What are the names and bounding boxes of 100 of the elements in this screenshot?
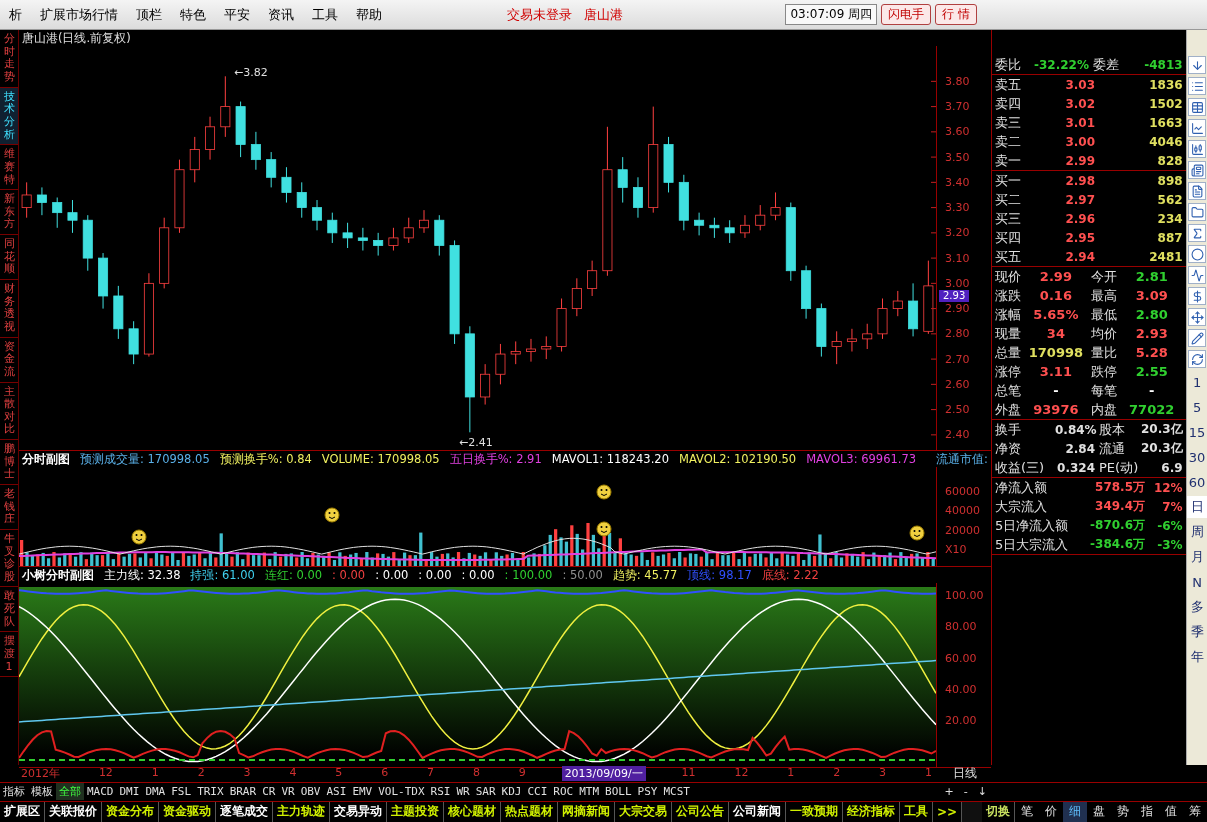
panel-tab[interactable]: 核心题材 <box>444 801 501 822</box>
list-icon[interactable] <box>1188 77 1207 96</box>
menu-item[interactable]: 资讯 <box>259 5 303 24</box>
view-tab[interactable]: 盘 <box>1087 801 1111 822</box>
view-tab[interactable]: 价 <box>1039 801 1063 822</box>
order-volume: 234 <box>1156 211 1183 226</box>
quote-label: 股本 <box>1098 420 1126 439</box>
panel-tab[interactable]: 热点题材 <box>501 801 558 822</box>
order-label: 卖三 <box>995 113 1022 132</box>
menu-item[interactable]: 扩展市场行情 <box>31 5 127 24</box>
quote-value: 2.99 <box>1039 269 1072 285</box>
toolbar-button[interactable]: 闪电手 <box>881 4 932 26</box>
panel-tab[interactable]: 扩展区 <box>0 801 45 822</box>
period-button[interactable]: N <box>1186 571 1207 594</box>
menu-item[interactable]: 工具 <box>303 5 347 24</box>
newspaper-icon[interactable] <box>1188 161 1207 180</box>
side-tab[interactable]: 主散对比 <box>0 382 18 441</box>
low-price-label: ←2.41 <box>459 436 493 450</box>
view-tab[interactable]: 细 <box>1063 801 1087 822</box>
candlestick-icon[interactable] <box>1188 140 1207 159</box>
side-tab[interactable]: 摆渡1 <box>0 632 18 678</box>
menu-item[interactable]: 平安 <box>215 5 259 24</box>
quote-value: 0.16 <box>1039 288 1072 304</box>
line-chart-icon[interactable] <box>1188 119 1207 138</box>
price-axis-label: 3.40 <box>945 175 970 189</box>
side-tab[interactable]: 同花顺 <box>0 235 18 280</box>
indicator-value: 小树分时副图 <box>22 567 94 583</box>
order-price: 2.97 <box>1064 192 1095 207</box>
period-button[interactable]: 年 <box>1186 646 1207 669</box>
table-icon[interactable] <box>1188 98 1207 117</box>
period-button[interactable]: 30 <box>1186 446 1207 469</box>
period-button[interactable]: 多 <box>1186 596 1207 619</box>
order-label: 买一 <box>995 171 1022 190</box>
panel-tab[interactable]: 网摘新闻 <box>558 801 615 822</box>
pulse-icon[interactable] <box>1188 266 1207 285</box>
panel-tab[interactable]: 经济指标 <box>843 801 900 822</box>
period-button[interactable]: 周 <box>1186 521 1207 544</box>
panel-tab[interactable]: 交易异动 <box>330 801 387 822</box>
date-axis-label: 12 <box>733 766 750 782</box>
panel-tab[interactable]: 工具 <box>900 801 933 822</box>
menu-item[interactable]: 特色 <box>171 5 215 24</box>
quote-value: 3.09 <box>1135 288 1168 304</box>
panel-tab[interactable]: 主力轨迹 <box>273 801 330 822</box>
period-button[interactable]: 60 <box>1186 471 1207 494</box>
side-tab[interactable]: 维赛特 <box>0 145 18 191</box>
panel-tab[interactable]: 资金分布 <box>102 801 159 822</box>
indicator-value: 流通市值: <box>936 451 988 467</box>
date-axis-label: 12 <box>97 766 114 782</box>
view-tab[interactable]: 值 <box>1159 801 1183 822</box>
dollar-icon[interactable] <box>1188 287 1207 306</box>
menu-item[interactable]: 顶栏 <box>127 5 171 24</box>
period-button[interactable]: 1 <box>1186 371 1207 394</box>
date-axis-label: 2013/09/09/一 <box>561 766 646 782</box>
period-button[interactable]: 15 <box>1186 421 1207 444</box>
side-tab[interactable]: 鹏博士 <box>0 440 18 485</box>
side-tab[interactable]: 新东方 <box>0 190 18 236</box>
side-tab[interactable]: 财务透视 <box>0 280 18 338</box>
arrow-down-icon[interactable] <box>1188 56 1207 75</box>
panel-tab[interactable]: 逐笔成交 <box>216 801 273 822</box>
circle-icon[interactable] <box>1188 245 1207 264</box>
panel-tab[interactable]: 资金驱动 <box>159 801 216 822</box>
panel-tab[interactable]: 主题投资 <box>387 801 444 822</box>
view-tab[interactable]: 筹 <box>1183 801 1207 822</box>
order-price: 2.99 <box>1064 153 1095 168</box>
flow-percent: 12% <box>1152 480 1183 495</box>
side-tab[interactable]: 敢死队 <box>0 587 18 633</box>
side-tab[interactable]: 老钱庄 <box>0 485 18 530</box>
panel-tab[interactable]: 大宗交易 <box>615 801 672 822</box>
panel-tab[interactable]: >> <box>933 801 963 822</box>
toolbar-button[interactable]: 行 情 <box>935 4 977 26</box>
indicator-tab[interactable]: 全部 <box>56 783 84 801</box>
panel-tab[interactable]: 公司新闻 <box>729 801 786 822</box>
view-tab[interactable]: 指 <box>1135 801 1159 822</box>
side-tab[interactable]: 技术分析 <box>0 87 18 146</box>
switch-button[interactable]: 切换 <box>982 801 1015 822</box>
quote-value: -4813 <box>1143 57 1183 72</box>
flow-percent: -3% <box>1156 537 1183 552</box>
panel-tab[interactable]: 公司公告 <box>672 801 729 822</box>
sigma-icon[interactable] <box>1188 224 1207 243</box>
move-icon[interactable] <box>1188 308 1207 327</box>
candlestick <box>633 176 643 219</box>
folder-icon[interactable] <box>1188 203 1207 222</box>
candlestick <box>296 182 307 219</box>
view-tab[interactable]: 势 <box>1111 801 1135 822</box>
refresh-icon[interactable] <box>1188 350 1207 369</box>
panel-tab[interactable]: 关联报价 <box>45 801 102 822</box>
document-icon[interactable] <box>1188 182 1207 201</box>
period-button[interactable]: 月 <box>1186 546 1207 569</box>
pencil-icon[interactable] <box>1188 329 1207 348</box>
view-tab[interactable]: 笔 <box>1015 801 1039 822</box>
period-button[interactable]: 季 <box>1186 621 1207 644</box>
date-axis-label: 3 <box>242 766 252 782</box>
menu-item[interactable]: 析 <box>0 5 31 24</box>
side-tab[interactable]: 分时走势 <box>0 30 18 88</box>
price-axis-label: 3.70 <box>945 100 970 114</box>
period-button[interactable]: 5 <box>1186 396 1207 419</box>
menu-item[interactable]: 帮助 <box>347 5 391 24</box>
period-button[interactable]: 日 <box>1186 496 1207 519</box>
price-axis-label: 2.90 <box>945 302 970 316</box>
panel-tab[interactable]: 一致预期 <box>786 801 843 822</box>
